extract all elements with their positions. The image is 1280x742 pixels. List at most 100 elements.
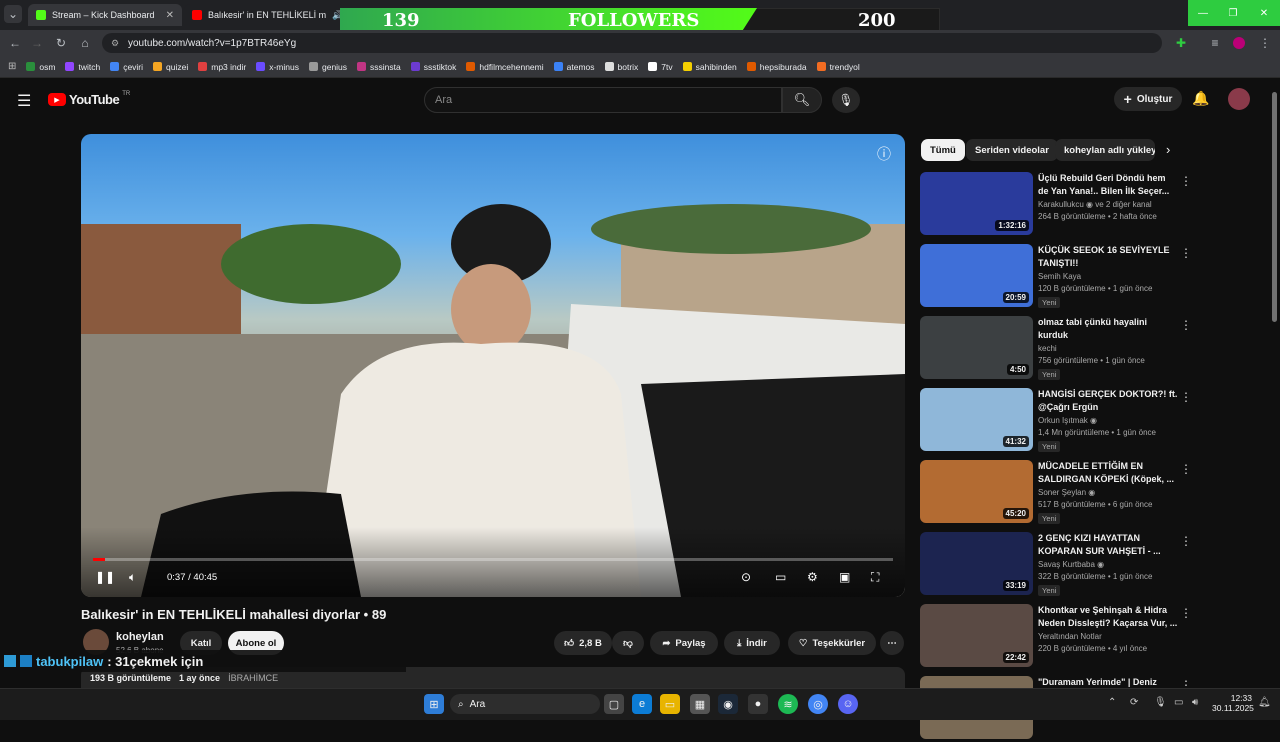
clock[interactable]: 12:33 30.11.2025: [1212, 693, 1254, 713]
rec-title[interactable]: olmaz tabi çünkü hayalini kurduk: [1038, 316, 1178, 342]
recommended-video[interactable]: 41:32 HANGİSİ GERÇEK DOKTOR?! ft. @Çağrı …: [920, 388, 1192, 454]
tray-sync-icon[interactable]: ⟳: [1130, 697, 1138, 708]
subtitles-icon[interactable]: ▭: [775, 570, 786, 584]
autoplay-toggle[interactable]: ⊙: [741, 570, 751, 584]
chip-series[interactable]: Seriden videolar: [966, 139, 1058, 161]
notifications-bell-icon[interactable]: 🔔: [1192, 90, 1209, 107]
chip-uploader[interactable]: koheylan adlı yükleyic: [1055, 139, 1155, 161]
info-icon[interactable]: ⓘ: [877, 144, 891, 164]
video-thumbnail[interactable]: 45:20: [920, 460, 1033, 523]
rec-title[interactable]: MÜCADELE ETTİĞİM EN SALDIRGAN KÖPEKİ (Kö…: [1038, 460, 1178, 486]
app-icon[interactable]: ●: [748, 694, 768, 714]
video-thumbnail[interactable]: 20:59: [920, 244, 1033, 307]
bookmark-item[interactable]: x-minus: [256, 62, 299, 72]
bookmark-item[interactable]: trendyol: [816, 62, 860, 72]
recommended-video[interactable]: 4:50 olmaz tabi çünkü hayalini kurduk kech…: [920, 316, 1192, 382]
recommended-video[interactable]: 1:32:16 Üçlü Rebuild Geri Döndü hem de Ya…: [920, 172, 1192, 238]
download-button[interactable]: ⤓ İndir: [724, 631, 780, 655]
chip-all[interactable]: Tümü: [921, 139, 965, 161]
more-options-icon[interactable]: ⋮: [1180, 462, 1192, 476]
search-button[interactable]: 🔍︎: [782, 87, 822, 113]
rec-channel[interactable]: Orkun Işıtmak ◉: [1038, 416, 1097, 425]
edge-icon[interactable]: e: [632, 694, 652, 714]
more-options-icon[interactable]: ⋮: [1180, 174, 1192, 188]
video-player[interactable]: ❚❚ 🔈︎ 0:37 / 40:45 ⊙ ▭ ⚙ ▣ ⛶ ⓘ: [81, 134, 905, 597]
apps-grid-icon[interactable]: ⊞: [8, 61, 16, 72]
back-icon[interactable]: ←: [6, 34, 24, 52]
more-options-icon[interactable]: ⋮: [1180, 606, 1192, 620]
account-avatar[interactable]: [1228, 88, 1250, 110]
recommended-video[interactable]: 20:59 KÜÇÜK SEEOK 16 SEVİYEYLE TANIŞTI!! S…: [920, 244, 1192, 310]
bookmark-item[interactable]: osm: [26, 62, 55, 72]
steam-icon[interactable]: ◉: [718, 694, 738, 714]
video-thumbnail[interactable]: 33:19: [920, 532, 1033, 595]
spotify-icon[interactable]: ≋: [778, 694, 798, 714]
voice-search-button[interactable]: 🎙︎: [832, 87, 860, 113]
share-button[interactable]: ➦ Paylaş: [650, 631, 718, 655]
maximize-button[interactable]: ❐: [1218, 0, 1248, 26]
recommended-video[interactable]: 33:19 2 GENÇ KIZI HAYATTAN KOPARAN SUR VA…: [920, 532, 1192, 598]
like-button[interactable]: 👍︎ 2,8 B: [554, 631, 612, 655]
recommended-video[interactable]: 45:20 MÜCADELE ETTİĞİM EN SALDIRGAN KÖPEK…: [920, 460, 1192, 526]
close-window-button[interactable]: ✕: [1248, 0, 1280, 26]
rec-channel[interactable]: Semih Kaya: [1038, 272, 1081, 281]
more-actions-button[interactable]: ⋯: [880, 631, 904, 655]
tab-search-button[interactable]: ⌄: [4, 5, 22, 23]
forward-icon[interactable]: →: [28, 34, 46, 52]
store-icon[interactable]: ▦: [690, 694, 710, 714]
thanks-button[interactable]: ♡ Teşekkürler: [788, 631, 876, 655]
minimize-button[interactable]: —: [1188, 0, 1218, 26]
volume-icon[interactable]: 🔈︎: [129, 570, 136, 585]
theater-mode-icon[interactable]: ▣: [839, 570, 850, 584]
tray-mic-icon[interactable]: 🎙︎: [1154, 697, 1167, 708]
rec-channel[interactable]: Yeraltından Notlar: [1038, 632, 1102, 641]
dislike-button[interactable]: 👎︎: [612, 631, 644, 655]
hamburger-menu-icon[interactable]: ☰: [17, 91, 31, 111]
rec-channel[interactable]: kechi: [1038, 344, 1057, 353]
channel-name[interactable]: koheylan: [116, 631, 164, 643]
progress-track[interactable]: [93, 558, 893, 561]
more-options-icon[interactable]: ⋮: [1180, 534, 1192, 548]
rec-title[interactable]: HANGİSİ GERÇEK DOKTOR?! ft. @Çağrı Ergün: [1038, 388, 1178, 414]
media-control-icon[interactable]: ≡: [1206, 34, 1224, 52]
search-input[interactable]: Ara: [424, 87, 782, 113]
tab-youtube-video[interactable]: Balıkesir' in EN TEHLİKELİ m 🔊: [184, 4, 344, 26]
bookmark-item[interactable]: sssinsta: [357, 62, 401, 72]
file-explorer-icon[interactable]: ▭: [660, 694, 680, 714]
create-button[interactable]: + Oluştur: [1114, 87, 1182, 111]
chrome-icon[interactable]: ◎: [808, 694, 828, 714]
start-button[interactable]: ⊞: [424, 694, 444, 714]
bookmark-item[interactable]: sahibinden: [682, 62, 737, 72]
more-options-icon[interactable]: ⋮: [1180, 246, 1192, 260]
reload-icon[interactable]: ↻: [52, 34, 70, 52]
video-thumbnail[interactable]: 4:50: [920, 316, 1033, 379]
video-thumbnail[interactable]: 1:32:16: [920, 172, 1033, 235]
settings-gear-icon[interactable]: ⚙: [807, 570, 818, 584]
bookmark-item[interactable]: ssstiktok: [410, 62, 456, 72]
pause-button[interactable]: ❚❚: [95, 570, 115, 584]
bookmark-item[interactable]: mp3 indir: [198, 62, 246, 72]
notification-icon[interactable]: 🔔︎: [1258, 697, 1271, 708]
more-options-icon[interactable]: ⋮: [1180, 318, 1192, 332]
bookmark-item[interactable]: 7tv: [648, 62, 673, 72]
bookmark-item[interactable]: quizei: [153, 62, 188, 72]
close-icon[interactable]: ✕: [166, 10, 174, 21]
taskbar-search[interactable]: ⌕ Ara: [450, 694, 600, 714]
site-info-icon[interactable]: ⚙: [111, 38, 119, 49]
volume-tray-icon[interactable]: 🔊︎: [1192, 697, 1198, 708]
rec-title[interactable]: Khontkar ve Şehinşah & Hidra Neden Dissl…: [1038, 604, 1178, 630]
discord-icon[interactable]: ☺: [838, 694, 858, 714]
fullscreen-icon[interactable]: ⛶: [871, 570, 879, 585]
rec-channel[interactable]: Savaş Kurtbaba ◉: [1038, 560, 1104, 569]
video-thumbnail[interactable]: 41:32: [920, 388, 1033, 451]
bookmark-item[interactable]: çeviri: [110, 62, 143, 72]
rec-title[interactable]: KÜÇÜK SEEOK 16 SEVİYEYLE TANIŞTI!!: [1038, 244, 1178, 270]
url-bar[interactable]: ⚙ youtube.com/watch?v=1p7BTR46eYg: [102, 33, 1162, 53]
page-scrollbar[interactable]: [1272, 92, 1277, 322]
rec-channel[interactable]: Soner Şeylan ◉: [1038, 488, 1095, 497]
tray-chevron-icon[interactable]: ⌃: [1108, 697, 1116, 708]
youtube-logo[interactable]: ▶ YouTube TR: [48, 91, 130, 107]
chevron-right-icon[interactable]: ›: [1166, 142, 1170, 157]
bookmark-item[interactable]: twitch: [65, 62, 100, 72]
more-options-icon[interactable]: ⋮: [1180, 390, 1192, 404]
